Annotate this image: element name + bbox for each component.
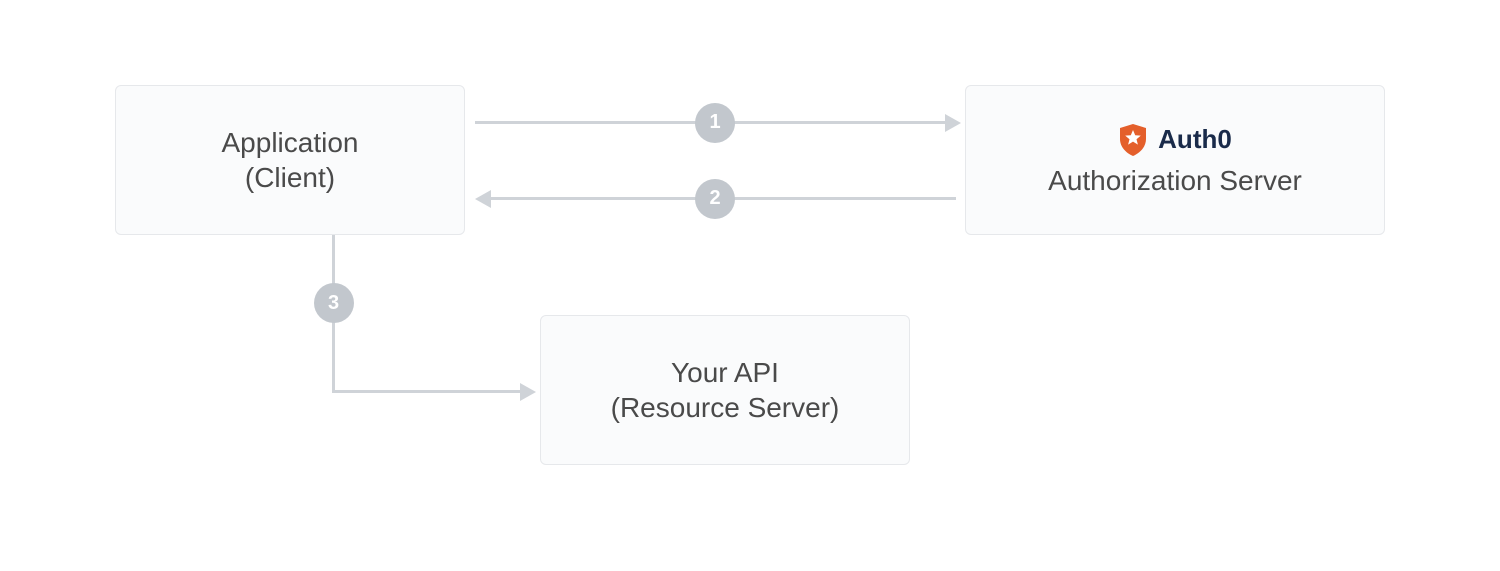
- auth0-brand-text: Auth0: [1158, 124, 1232, 155]
- node-your-api: Your API (Resource Server): [540, 315, 910, 465]
- node-client-subtitle: (Client): [245, 160, 335, 195]
- step-badge-3: 3: [314, 283, 354, 323]
- arrow-1-head: [945, 114, 961, 132]
- arrow-3-head: [520, 383, 536, 401]
- node-authserver-title: Authorization Server: [1048, 163, 1302, 198]
- step-3-number: 3: [328, 292, 339, 315]
- node-authorization-server: Auth0 Authorization Server: [965, 85, 1385, 235]
- step-2-number: 2: [709, 187, 720, 210]
- node-application-client: Application (Client): [115, 85, 465, 235]
- arrow-3-horizontal: [332, 390, 522, 393]
- arrow-2-head: [475, 190, 491, 208]
- flow-diagram: Application (Client) Auth0 Authorization…: [0, 0, 1500, 571]
- step-badge-2: 2: [695, 179, 735, 219]
- node-client-title: Application: [222, 125, 359, 160]
- step-1-number: 1: [709, 111, 720, 134]
- auth0-brand: Auth0: [1118, 123, 1232, 157]
- step-badge-1: 1: [695, 103, 735, 143]
- node-api-subtitle: (Resource Server): [611, 390, 840, 425]
- auth0-shield-icon: [1118, 123, 1148, 157]
- node-api-title: Your API: [671, 355, 779, 390]
